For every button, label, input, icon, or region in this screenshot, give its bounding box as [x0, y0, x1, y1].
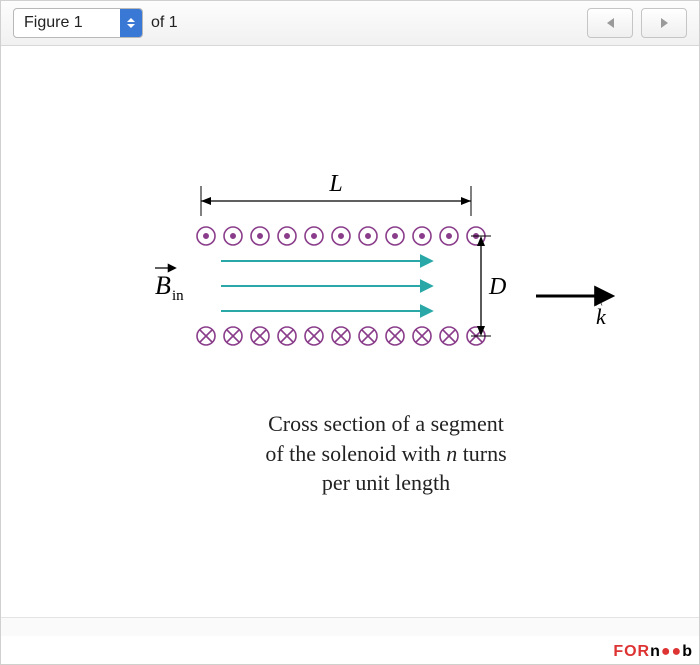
chevron-up-icon: [127, 18, 135, 22]
watermark: FORn●●b: [613, 643, 693, 661]
caption-line-2b: turns: [457, 441, 507, 466]
next-figure-button[interactable]: [641, 8, 687, 38]
figure-footer: [1, 617, 699, 636]
prev-figure-button[interactable]: [587, 8, 633, 38]
chevron-left-icon: [607, 18, 614, 28]
figure-select[interactable]: Figure 1: [13, 8, 143, 38]
caption-line-1: Cross section of a segment: [268, 411, 504, 436]
diameter-label: D: [488, 274, 506, 300]
caption-var-n: n: [446, 441, 457, 466]
length-label: L: [328, 171, 342, 197]
svg-text:B: B: [155, 271, 171, 300]
figure-select-stepper[interactable]: [120, 9, 142, 37]
solenoid-svg: L: [141, 146, 631, 376]
svg-text:in: in: [172, 288, 184, 304]
chevron-down-icon: [127, 24, 135, 28]
caption-line-2a: of the solenoid with: [265, 441, 446, 466]
coil-bottom-row: [197, 327, 485, 345]
b-in-label: B in: [155, 268, 184, 304]
caption-line-3: per unit length: [322, 470, 450, 495]
coil-top-row: [197, 227, 485, 245]
figure-panel: Figure 1 of 1: [0, 0, 700, 665]
figure-toolbar: Figure 1 of 1: [1, 1, 699, 46]
field-arrows: [221, 261, 431, 311]
svg-text:^: ^: [596, 297, 603, 312]
figure-select-label: Figure 1: [14, 9, 120, 37]
figure-count-label: of 1: [151, 14, 178, 32]
solenoid-diagram: L: [141, 146, 631, 498]
diagram-caption: Cross section of a segment of the soleno…: [141, 409, 631, 498]
chevron-right-icon: [661, 18, 668, 28]
figure-content: L: [1, 46, 699, 637]
